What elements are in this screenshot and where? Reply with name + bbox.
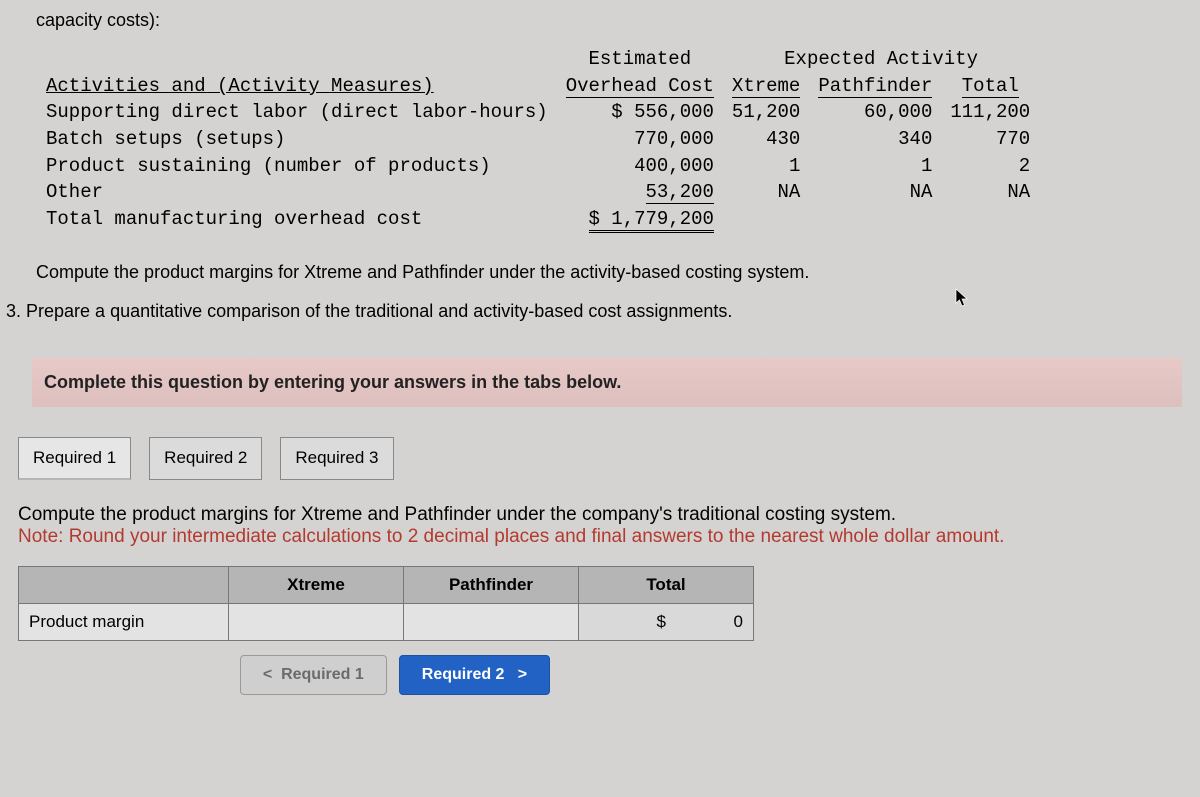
cell: 340 [810,127,940,152]
cell: NA [942,180,1038,205]
prev-button[interactable]: < Required 1 [240,655,387,695]
row-label-product-margin: Product margin [19,603,229,640]
cell: 770 [942,127,1038,152]
col-header-pathfinder: Pathfinder [404,566,579,603]
nav-buttons: < Required 1 Required 2 > [0,655,790,695]
blank-header [19,566,229,603]
total-value: $ 1,779,200 [558,207,722,232]
tab-instruction-main: Compute the product margins for Xtreme a… [18,504,896,525]
col-header-total: Total [579,566,754,603]
col-header-expected-activity: Expected Activity [724,47,1038,72]
col-header-estimated-2: Overhead Cost [558,74,722,99]
chevron-left-icon: < [263,666,272,683]
overhead-cost-table: Estimated Expected Activity Activities a… [36,45,1040,234]
next-label: Required 2 [422,666,505,683]
col-header-xtreme: Xtreme [724,74,808,99]
prev-label: Required 1 [281,666,364,683]
tab-required-3[interactable]: Required 3 [280,437,393,480]
col-header-activities: Activities and (Activity Measures) [38,74,556,99]
col-header-estimated-1: Estimated [558,47,722,72]
cell: 111,200 [942,100,1038,125]
tab-required-2[interactable]: Required 2 [149,437,262,480]
compute-instruction: Compute the product margins for Xtreme a… [0,254,1200,301]
input-xtreme-margin[interactable] [229,603,404,640]
tab-required-1[interactable]: Required 1 [18,437,131,480]
col-header-xtreme: Xtreme [229,566,404,603]
table-row: Other 53,200 NA NA NA [38,180,1038,205]
tab-row: Required 1 Required 2 Required 3 [0,437,1200,480]
cell: NA [810,180,940,205]
table-row: Product sustaining (number of products) … [38,154,1038,179]
cell: 400,000 [558,154,722,179]
chevron-right-icon: > [518,666,527,683]
table-row: Supporting direct labor (direct labor-ho… [38,100,1038,125]
total-label: Total manufacturing overhead cost [38,207,556,232]
cell: NA [724,180,808,205]
answer-table: Xtreme Pathfinder Total Product margin $… [18,566,754,641]
intro-fragment: capacity costs): [0,10,1200,39]
cell: 430 [724,127,808,152]
cell: 1 [810,154,940,179]
col-header-total: Total [942,74,1038,99]
col-header-pathfinder: Pathfinder [810,74,940,99]
cell: 60,000 [810,100,940,125]
table-row: Batch setups (setups) 770,000 430 340 77… [38,127,1038,152]
row-label: Other [38,180,556,205]
cell: 51,200 [724,100,808,125]
input-pathfinder-margin[interactable] [404,603,579,640]
instruction-banner: Complete this question by entering your … [32,358,1182,407]
cell: 53,200 [558,180,722,205]
total-margin-cell: $ 0 [579,603,754,640]
tab-instruction-note: Note: Round your intermediate calculatio… [18,526,1004,547]
cell: 1 [724,154,808,179]
question-3-text: 3. Prepare a quantitative comparison of … [0,301,1200,340]
next-button[interactable]: Required 2 > [399,655,550,695]
cell: 770,000 [558,127,722,152]
cell: 2 [942,154,1038,179]
row-label: Supporting direct labor (direct labor-ho… [38,100,556,125]
tab-content: Compute the product margins for Xtreme a… [0,504,1200,548]
row-label: Product sustaining (number of products) [38,154,556,179]
table-total-row: Total manufacturing overhead cost $ 1,77… [38,207,1038,232]
row-label: Batch setups (setups) [38,127,556,152]
cell: $ 556,000 [558,100,722,125]
